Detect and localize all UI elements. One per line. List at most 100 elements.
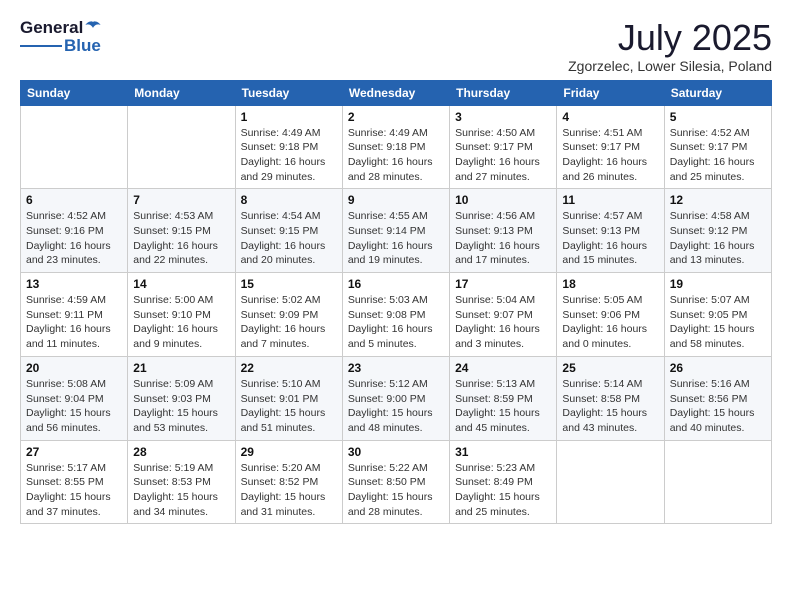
day-info: Sunrise: 5:16 AMSunset: 8:56 PMDaylight:…: [670, 377, 766, 436]
calendar-cell: [557, 440, 664, 524]
day-of-week-header: Monday: [128, 80, 235, 105]
day-number: 5: [670, 110, 766, 124]
day-of-week-header: Wednesday: [342, 80, 449, 105]
day-number: 14: [133, 277, 229, 291]
calendar-cell: 24 Sunrise: 5:13 AMSunset: 8:59 PMDayligh…: [450, 356, 557, 440]
calendar-cell: 16Sunrise: 5:03 AMSunset: 9:08 PMDayligh…: [342, 273, 449, 357]
calendar-week-row: 6 Sunrise: 4:52 AMSunset: 9:16 PMDaylight…: [21, 189, 772, 273]
calendar-cell: [21, 105, 128, 189]
day-number: 13: [26, 277, 122, 291]
day-number: 4: [562, 110, 658, 124]
day-number: 9: [348, 193, 444, 207]
day-info: Sunrise: 5:07 AMSunset: 9:05 PMDaylight:…: [670, 293, 766, 352]
day-info: Sunrise: 4:49 AMSunset: 9:18 PMDaylight:…: [348, 126, 444, 185]
logo-blue: Blue: [64, 36, 101, 56]
day-info: Sunrise: 4:51 AMSunset: 9:17 PMDaylight:…: [562, 126, 658, 185]
day-info: Sunrise: 5:02 AMSunset: 9:09 PMDaylight:…: [241, 293, 337, 352]
calendar-cell: 10 Sunrise: 4:56 AMSunset: 9:13 PMDayligh…: [450, 189, 557, 273]
day-number: 17: [455, 277, 551, 291]
day-number: 2: [348, 110, 444, 124]
calendar-week-row: 1Sunrise: 4:49 AMSunset: 9:18 PMDaylight…: [21, 105, 772, 189]
day-of-week-header: Tuesday: [235, 80, 342, 105]
day-number: 21: [133, 361, 229, 375]
logo-bird-icon: [84, 19, 102, 37]
day-info: Sunrise: 5:00 AMSunset: 9:10 PMDaylight:…: [133, 293, 229, 352]
day-number: 7: [133, 193, 229, 207]
title-block: July 2025 Zgorzelec, Lower Silesia, Pola…: [568, 18, 772, 74]
calendar-cell: 23Sunrise: 5:12 AMSunset: 9:00 PMDayligh…: [342, 356, 449, 440]
day-info: Sunrise: 4:57 AMSunset: 9:13 PMDaylight:…: [562, 209, 658, 268]
day-number: 18: [562, 277, 658, 291]
day-info: Sunrise: 5:13 AMSunset: 8:59 PMDaylight:…: [455, 377, 551, 436]
day-info: Sunrise: 5:05 AMSunset: 9:06 PMDaylight:…: [562, 293, 658, 352]
day-number: 12: [670, 193, 766, 207]
calendar-cell: 20 Sunrise: 5:08 AMSunset: 9:04 PMDayligh…: [21, 356, 128, 440]
calendar-cell: 11Sunrise: 4:57 AMSunset: 9:13 PMDayligh…: [557, 189, 664, 273]
calendar-cell: 27 Sunrise: 5:17 AMSunset: 8:55 PMDayligh…: [21, 440, 128, 524]
calendar-week-row: 13 Sunrise: 4:59 AMSunset: 9:11 PMDayligh…: [21, 273, 772, 357]
day-info: Sunrise: 4:53 AMSunset: 9:15 PMDaylight:…: [133, 209, 229, 268]
calendar-cell: 30 Sunrise: 5:22 AMSunset: 8:50 PMDayligh…: [342, 440, 449, 524]
day-info: Sunrise: 4:55 AMSunset: 9:14 PMDaylight:…: [348, 209, 444, 268]
day-info: Sunrise: 4:59 AMSunset: 9:11 PMDaylight:…: [26, 293, 122, 352]
day-number: 8: [241, 193, 337, 207]
day-number: 30: [348, 445, 444, 459]
calendar-header-row: SundayMondayTuesdayWednesdayThursdayFrid…: [21, 80, 772, 105]
calendar-cell: 2 Sunrise: 4:49 AMSunset: 9:18 PMDaylight…: [342, 105, 449, 189]
day-number: 24: [455, 361, 551, 375]
day-info: Sunrise: 4:52 AMSunset: 9:16 PMDaylight:…: [26, 209, 122, 268]
day-info: Sunrise: 5:19 AMSunset: 8:53 PMDaylight:…: [133, 461, 229, 520]
calendar-cell: [664, 440, 771, 524]
calendar-cell: 22 Sunrise: 5:10 AMSunset: 9:01 PMDayligh…: [235, 356, 342, 440]
day-info: Sunrise: 4:49 AMSunset: 9:18 PMDaylight:…: [241, 126, 337, 185]
day-info: Sunrise: 5:17 AMSunset: 8:55 PMDaylight:…: [26, 461, 122, 520]
calendar-cell: 6 Sunrise: 4:52 AMSunset: 9:16 PMDaylight…: [21, 189, 128, 273]
day-number: 19: [670, 277, 766, 291]
calendar-cell: 31Sunrise: 5:23 AMSunset: 8:49 PMDayligh…: [450, 440, 557, 524]
calendar-cell: 13 Sunrise: 4:59 AMSunset: 9:11 PMDayligh…: [21, 273, 128, 357]
day-number: 15: [241, 277, 337, 291]
day-number: 28: [133, 445, 229, 459]
day-info: Sunrise: 5:22 AMSunset: 8:50 PMDaylight:…: [348, 461, 444, 520]
header: General Blue July 2025 Zgorzelec, Lower …: [20, 18, 772, 74]
page: General Blue July 2025 Zgorzelec, Lower …: [0, 0, 792, 542]
day-number: 20: [26, 361, 122, 375]
calendar-cell: 4 Sunrise: 4:51 AMSunset: 9:17 PMDaylight…: [557, 105, 664, 189]
calendar-cell: 1Sunrise: 4:49 AMSunset: 9:18 PMDaylight…: [235, 105, 342, 189]
calendar-cell: 14 Sunrise: 5:00 AMSunset: 9:10 PMDayligh…: [128, 273, 235, 357]
calendar-cell: [128, 105, 235, 189]
day-info: Sunrise: 4:50 AMSunset: 9:17 PMDaylight:…: [455, 126, 551, 185]
day-number: 16: [348, 277, 444, 291]
calendar-cell: 25Sunrise: 5:14 AMSunset: 8:58 PMDayligh…: [557, 356, 664, 440]
day-number: 23: [348, 361, 444, 375]
day-number: 31: [455, 445, 551, 459]
day-info: Sunrise: 5:20 AMSunset: 8:52 PMDaylight:…: [241, 461, 337, 520]
calendar-cell: 3 Sunrise: 4:50 AMSunset: 9:17 PMDaylight…: [450, 105, 557, 189]
day-of-week-header: Sunday: [21, 80, 128, 105]
day-info: Sunrise: 4:58 AMSunset: 9:12 PMDaylight:…: [670, 209, 766, 268]
day-number: 10: [455, 193, 551, 207]
day-number: 25: [562, 361, 658, 375]
day-number: 6: [26, 193, 122, 207]
calendar-cell: 19 Sunrise: 5:07 AMSunset: 9:05 PMDayligh…: [664, 273, 771, 357]
calendar-cell: 28 Sunrise: 5:19 AMSunset: 8:53 PMDayligh…: [128, 440, 235, 524]
day-info: Sunrise: 4:56 AMSunset: 9:13 PMDaylight:…: [455, 209, 551, 268]
day-info: Sunrise: 5:10 AMSunset: 9:01 PMDaylight:…: [241, 377, 337, 436]
logo: General Blue: [20, 18, 103, 56]
calendar-cell: 8Sunrise: 4:54 AMSunset: 9:15 PMDaylight…: [235, 189, 342, 273]
day-number: 3: [455, 110, 551, 124]
day-of-week-header: Saturday: [664, 80, 771, 105]
day-of-week-header: Thursday: [450, 80, 557, 105]
day-info: Sunrise: 4:52 AMSunset: 9:17 PMDaylight:…: [670, 126, 766, 185]
calendar: SundayMondayTuesdayWednesdayThursdayFrid…: [20, 80, 772, 525]
day-number: 29: [241, 445, 337, 459]
day-of-week-header: Friday: [557, 80, 664, 105]
day-number: 27: [26, 445, 122, 459]
calendar-cell: 18 Sunrise: 5:05 AMSunset: 9:06 PMDayligh…: [557, 273, 664, 357]
day-number: 26: [670, 361, 766, 375]
calendar-cell: 5 Sunrise: 4:52 AMSunset: 9:17 PMDaylight…: [664, 105, 771, 189]
day-number: 22: [241, 361, 337, 375]
day-info: Sunrise: 5:08 AMSunset: 9:04 PMDaylight:…: [26, 377, 122, 436]
calendar-cell: 21Sunrise: 5:09 AMSunset: 9:03 PMDayligh…: [128, 356, 235, 440]
month-title: July 2025: [568, 18, 772, 58]
